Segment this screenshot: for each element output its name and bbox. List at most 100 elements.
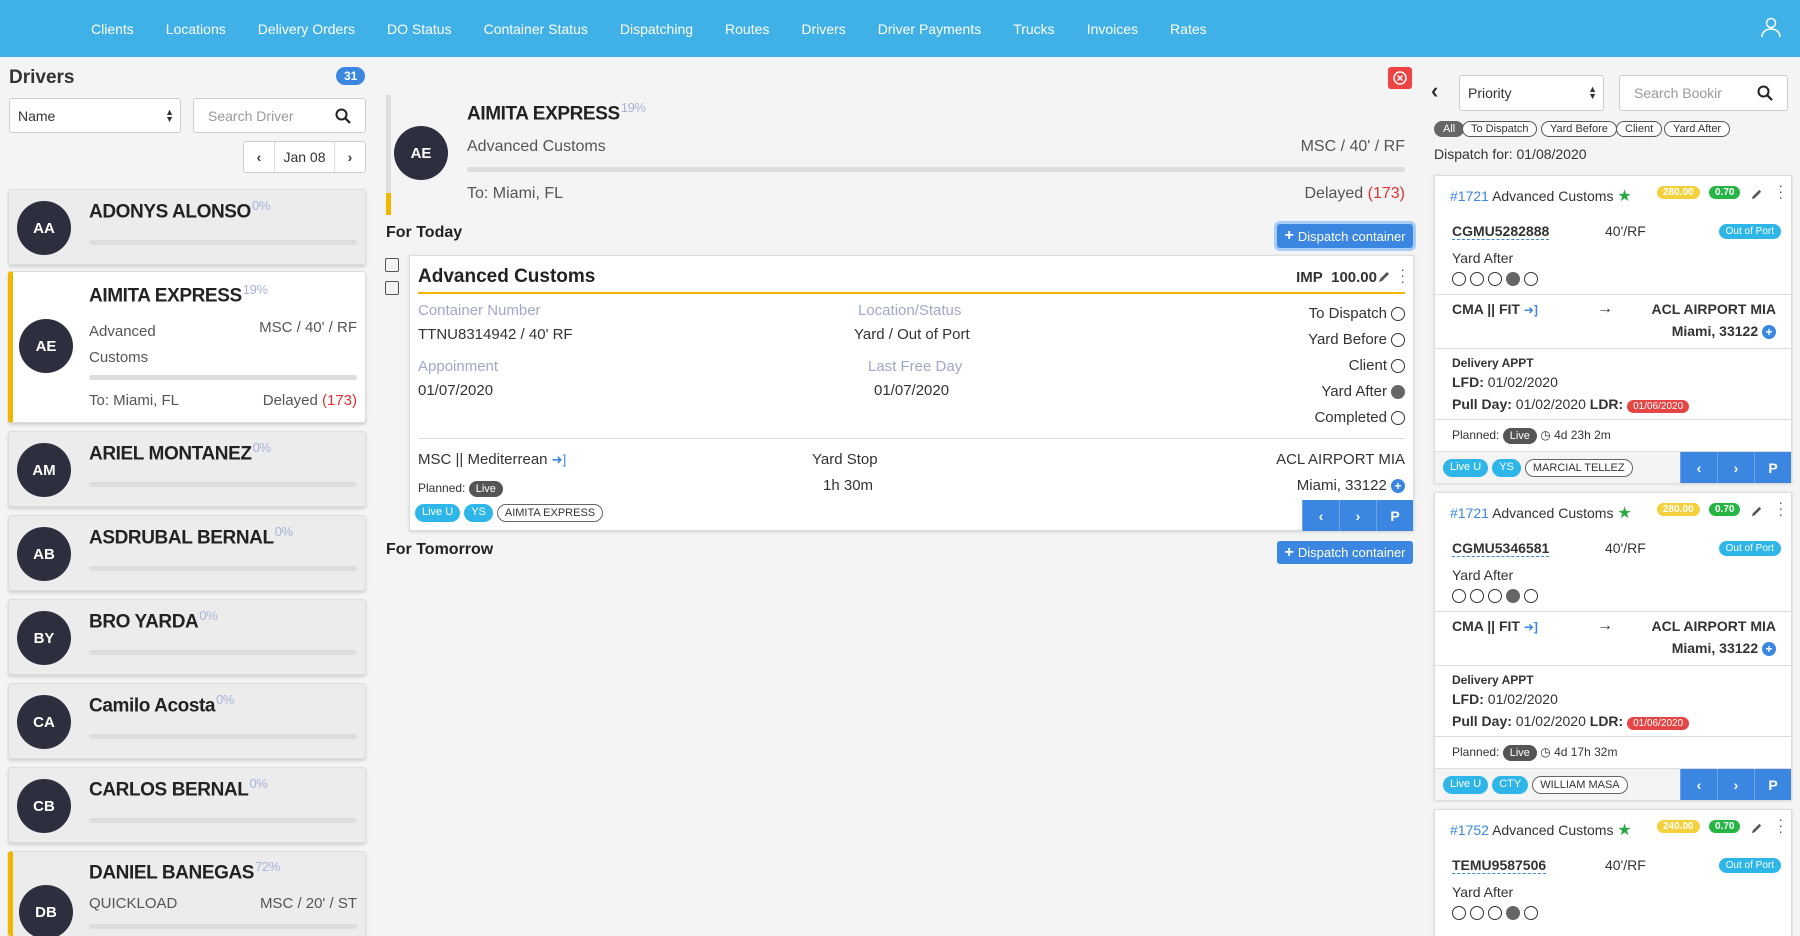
add-icon[interactable]: + <box>1762 642 1776 657</box>
calendar-add-icon[interactable] <box>385 281 399 295</box>
driver-card-asdrubal-bernal[interactable]: AB ASDRUBAL BERNAL0% <box>8 515 366 591</box>
driver-name: ADONYS ALONSO0% <box>89 198 270 223</box>
next-button[interactable]: › <box>1717 452 1754 483</box>
search-icon[interactable] <box>335 108 351 124</box>
priority-select[interactable]: Priority ▲ ▼ <box>1459 75 1604 111</box>
nav-driver-payments[interactable]: Driver Payments <box>862 21 997 37</box>
driver-card-bro-yarda[interactable]: BY BRO YARDA0% <box>8 599 366 675</box>
radio-icon[interactable] <box>1391 333 1405 348</box>
p-button[interactable]: P <box>1754 452 1791 483</box>
edit-icon[interactable] <box>1750 188 1763 201</box>
edit-icon[interactable] <box>1750 505 1763 518</box>
date-picker: ‹ Jan 08 › <box>243 141 366 173</box>
next-button[interactable]: › <box>1717 769 1754 800</box>
main-nav: Clients Locations Delivery Orders DO Sta… <box>75 0 1223 57</box>
driver-search-input[interactable]: Search Driver <box>193 98 366 133</box>
radio-icon[interactable] <box>1391 307 1405 322</box>
container-number[interactable]: CGMU5346581 <box>1452 540 1550 557</box>
container-number[interactable]: TEMU9587506 <box>1452 857 1547 874</box>
ldr-label: LDR: <box>1589 396 1624 412</box>
driver-card-ariel-montanez[interactable]: AM ARIEL MONTANEZ0% <box>8 431 366 507</box>
add-icon[interactable]: + <box>1762 325 1776 340</box>
driver-progress-bar <box>89 240 357 245</box>
more-icon[interactable]: · · · <box>1778 812 1783 838</box>
filter-yard-before[interactable]: Yard Before <box>1541 121 1617 137</box>
back-chevron-icon[interactable]: ‹ <box>1431 78 1438 104</box>
filter-client[interactable]: Client <box>1616 121 1663 137</box>
star-icon[interactable]: ★ <box>1617 188 1631 205</box>
booking-number-row: #1721 Advanced Customs ★ <box>1450 503 1632 523</box>
add-icon[interactable]: + <box>1391 479 1405 494</box>
filter-to-dispatch[interactable]: To Dispatch <box>1462 121 1538 137</box>
driver-progress-bar <box>89 375 357 380</box>
booking-search-input[interactable]: Search Bookir <box>1619 75 1788 111</box>
booking-number[interactable]: #1752 <box>1450 822 1489 838</box>
driver-card-adonys-alonso[interactable]: AA ADONYS ALONSO0% <box>8 189 366 265</box>
user-icon[interactable] <box>1760 16 1782 38</box>
status-to-dispatch[interactable]: To Dispatch <box>1309 305 1405 322</box>
status-completed[interactable]: Completed <box>1314 409 1405 426</box>
prev-button[interactable]: ‹ <box>1302 500 1339 531</box>
edit-icon[interactable] <box>1750 822 1763 835</box>
p-button[interactable]: P <box>1376 500 1413 531</box>
filter-all[interactable]: All <box>1434 121 1465 137</box>
nav-delivery-orders[interactable]: Delivery Orders <box>242 21 371 37</box>
driver-tag: MARCIAL TELLEZ <box>1524 459 1633 477</box>
nav-dispatching[interactable]: Dispatching <box>604 21 709 37</box>
booking-card[interactable]: #1752 Advanced Customs ★ 240.00 0.70 · · ·… <box>1434 809 1792 936</box>
radio-selected-icon[interactable] <box>1391 385 1405 400</box>
booking-number[interactable]: #1721 <box>1450 188 1489 204</box>
dispatch-container-button[interactable]: + Dispatch container <box>1277 224 1413 248</box>
nav-clients[interactable]: Clients <box>75 21 150 37</box>
nav-do-status[interactable]: DO Status <box>371 21 468 37</box>
dispatch-container-tomorrow-button[interactable]: + Dispatch container <box>1277 541 1413 564</box>
status-yard-after[interactable]: Yard After <box>1321 383 1405 400</box>
driver-sort-select[interactable]: Name ▲ ▼ <box>9 98 181 133</box>
divider <box>1435 419 1791 420</box>
edit-icon[interactable] <box>1377 270 1391 284</box>
star-icon[interactable]: ★ <box>1617 505 1631 522</box>
driver-card-carlos-bernal[interactable]: CB CARLOS BERNAL0% <box>8 767 366 843</box>
search-icon[interactable] <box>1757 85 1773 101</box>
driver-pct: 19% <box>242 282 268 297</box>
booking-card[interactable]: #1721 Advanced Customs ★ 280.00 0.70 · · ·… <box>1434 175 1792 483</box>
more-icon[interactable]: · · · <box>1778 495 1783 521</box>
eta-value: 4d 23h 2m <box>1554 428 1611 442</box>
status-client[interactable]: Client <box>1349 357 1405 374</box>
current-date[interactable]: Jan 08 <box>274 142 335 172</box>
prev-button[interactable]: ‹ <box>1680 769 1717 800</box>
card-tags: Live U CTY WILLIAM MASA <box>1443 776 1628 794</box>
star-icon[interactable]: ★ <box>1617 822 1631 839</box>
calendar-icon[interactable] <box>385 258 399 272</box>
driver-pct: 72% <box>255 859 280 874</box>
driver-card-daniel-banegas[interactable]: DB DANIEL BANEGAS72% QUICKLOAD MSC / 20'… <box>8 851 366 936</box>
prev-button[interactable]: ‹ <box>1680 452 1717 483</box>
nav-container-status[interactable]: Container Status <box>468 21 604 37</box>
radio-icon[interactable] <box>1391 359 1405 374</box>
nav-rates[interactable]: Rates <box>1154 21 1223 37</box>
next-date-button[interactable]: › <box>335 142 365 172</box>
more-icon[interactable]: · · · <box>1778 178 1783 204</box>
driver-route: MSC / 20' / ST <box>259 895 357 912</box>
filter-yard-after[interactable]: Yard After <box>1664 121 1731 137</box>
booking-number[interactable]: #1721 <box>1450 505 1489 521</box>
nav-drivers[interactable]: Drivers <box>785 21 861 37</box>
close-button[interactable] <box>1388 67 1412 89</box>
booking-card[interactable]: #1721 Advanced Customs ★ 280.00 0.70 · · ·… <box>1434 492 1792 800</box>
nav-trucks[interactable]: Trucks <box>997 21 1070 37</box>
driver-card-camilo-acosta[interactable]: CA Camilo Acosta0% <box>8 683 366 759</box>
status-yard-before[interactable]: Yard Before <box>1308 331 1405 348</box>
nav-invoices[interactable]: Invoices <box>1071 21 1154 37</box>
driver-card-aimita-express[interactable]: AE AIMITA EXPRESS19% Advanced Customs MS… <box>8 271 366 423</box>
container-number[interactable]: CGMU5282888 <box>1452 223 1550 240</box>
driver-client: QUICKLOAD <box>89 895 178 912</box>
nav-routes[interactable]: Routes <box>709 21 785 37</box>
clock-icon: ◷ <box>1540 745 1551 759</box>
radio-icon[interactable] <box>1391 411 1405 426</box>
stage-label: Yard After <box>1452 250 1514 266</box>
prev-date-button[interactable]: ‹ <box>244 142 274 172</box>
p-button[interactable]: P <box>1754 769 1791 800</box>
nav-locations[interactable]: Locations <box>150 21 242 37</box>
more-icon[interactable]: · · · <box>1400 262 1405 288</box>
next-button[interactable]: › <box>1339 500 1376 531</box>
